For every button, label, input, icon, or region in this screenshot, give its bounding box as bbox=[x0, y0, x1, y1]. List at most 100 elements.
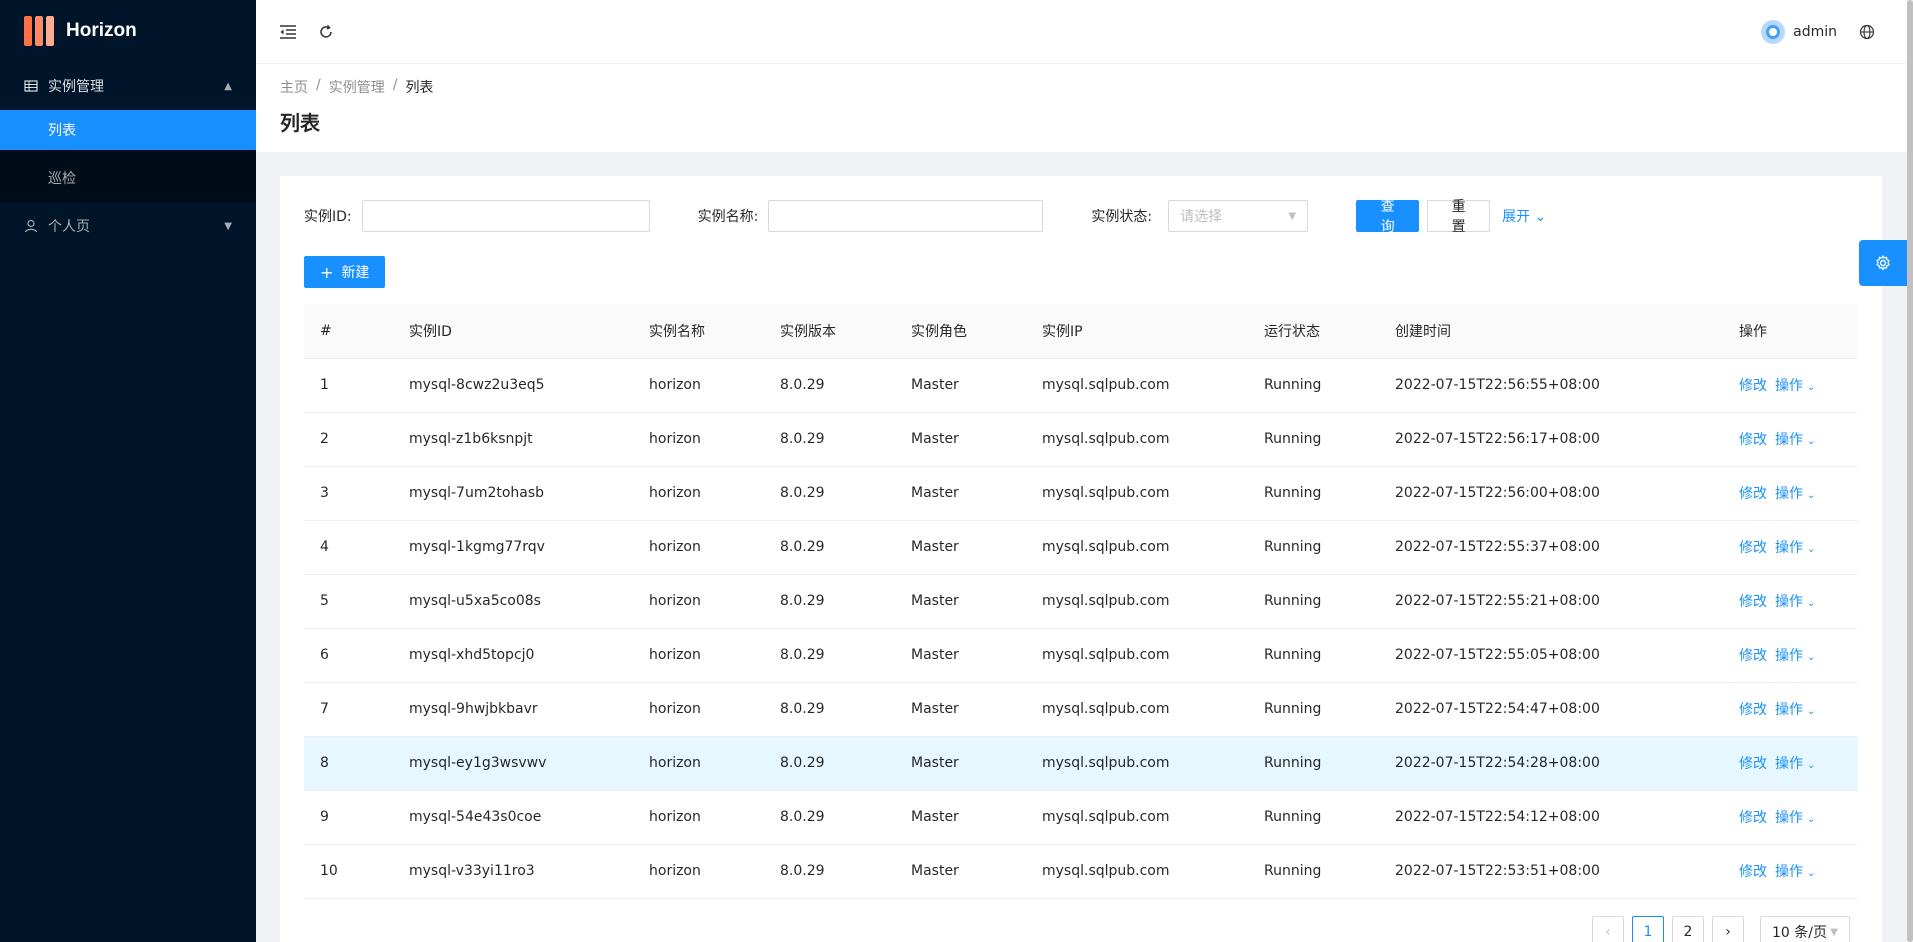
instance-version: 8.0.29 bbox=[764, 790, 895, 845]
instance-id: mysql-u5xa5co08s bbox=[393, 574, 633, 629]
settings-drawer-button[interactable] bbox=[1859, 240, 1907, 286]
instance-ip: mysql.sqlpub.com bbox=[1026, 358, 1248, 413]
page-1-button[interactable]: 1 bbox=[1632, 916, 1664, 942]
more-actions-label: 操作 bbox=[1775, 432, 1803, 448]
filter-form: 实例ID: 实例名称: 实例状态: 请选择 ▼ 查 询 重 置 展开 ⌄ bbox=[304, 199, 1858, 235]
chevron-down-icon: ⌄ bbox=[1807, 868, 1816, 879]
more-actions-dropdown[interactable]: 操作 ⌄ bbox=[1775, 594, 1815, 610]
prev-page-button[interactable]: ‹ bbox=[1592, 916, 1624, 942]
run-status: Running bbox=[1248, 628, 1379, 683]
run-status: Running bbox=[1248, 844, 1379, 899]
instance-name: horizon bbox=[633, 790, 764, 845]
created-time: 2022-07-15T22:55:05+08:00 bbox=[1379, 628, 1723, 683]
instance-name-input[interactable] bbox=[768, 200, 1044, 232]
breadcrumb-separator: / bbox=[392, 77, 398, 93]
query-button[interactable]: 查 询 bbox=[1356, 199, 1420, 235]
more-actions-label: 操作 bbox=[1775, 756, 1803, 772]
scrollbar-thumb[interactable] bbox=[1907, 0, 1913, 942]
edit-link[interactable]: 修改 bbox=[1739, 540, 1767, 556]
more-actions-dropdown[interactable]: 操作 ⌄ bbox=[1775, 864, 1815, 880]
instance-id: mysql-8cwz2u3eq5 bbox=[393, 358, 633, 413]
edit-link[interactable]: 修改 bbox=[1739, 756, 1767, 772]
instance-role: Master bbox=[895, 358, 1026, 413]
sidebar-group-personal[interactable]: 个人页 ▼ bbox=[0, 202, 256, 250]
column-header: 操作 bbox=[1723, 304, 1858, 359]
instance-role: Master bbox=[895, 628, 1026, 683]
instance-role: Master bbox=[895, 412, 1026, 467]
more-actions-dropdown[interactable]: 操作 ⌄ bbox=[1775, 810, 1815, 826]
instance-role: Master bbox=[895, 682, 1026, 737]
instance-id: mysql-9hwjbkbavr bbox=[393, 682, 633, 737]
reload-icon[interactable] bbox=[316, 22, 336, 42]
edit-link[interactable]: 修改 bbox=[1739, 648, 1767, 664]
instance-version: 8.0.29 bbox=[764, 466, 895, 521]
more-actions-dropdown[interactable]: 操作 ⌄ bbox=[1775, 432, 1815, 448]
edit-link[interactable]: 修改 bbox=[1739, 378, 1767, 394]
row-actions: 修改 操作 ⌄ bbox=[1723, 790, 1858, 845]
globe-icon[interactable] bbox=[1859, 24, 1875, 40]
next-page-button[interactable]: › bbox=[1712, 916, 1744, 942]
edit-link[interactable]: 修改 bbox=[1739, 486, 1767, 502]
edit-link[interactable]: 修改 bbox=[1739, 810, 1767, 826]
row-actions: 修改 操作 ⌄ bbox=[1723, 628, 1858, 683]
more-actions-dropdown[interactable]: 操作 ⌄ bbox=[1775, 648, 1815, 664]
chevron-down-icon: ⌄ bbox=[1807, 544, 1816, 555]
more-actions-label: 操作 bbox=[1775, 540, 1803, 556]
table-row: 3 mysql-7um2tohasb horizon 8.0.29 Master mysq… bbox=[304, 466, 1858, 521]
more-actions-dropdown[interactable]: 操作 ⌄ bbox=[1775, 702, 1815, 718]
instance-role: Master bbox=[895, 520, 1026, 575]
instance-version: 8.0.29 bbox=[764, 682, 895, 737]
created-time: 2022-07-15T22:54:47+08:00 bbox=[1379, 682, 1723, 737]
new-button[interactable]: + 新建 bbox=[304, 256, 386, 288]
reset-button[interactable]: 重 置 bbox=[1427, 199, 1491, 235]
header-right: admin bbox=[1761, 19, 1875, 44]
row-number: 10 bbox=[304, 844, 393, 899]
username[interactable]: admin bbox=[1793, 24, 1837, 40]
instance-id-input[interactable] bbox=[361, 200, 650, 232]
breadcrumb-home[interactable]: 主页 bbox=[280, 77, 308, 97]
instance-ip: mysql.sqlpub.com bbox=[1026, 466, 1248, 521]
edit-link[interactable]: 修改 bbox=[1739, 594, 1767, 610]
instance-name-label: 实例名称: bbox=[697, 209, 759, 225]
more-actions-dropdown[interactable]: 操作 ⌄ bbox=[1775, 756, 1815, 772]
chevron-down-icon: ⌄ bbox=[1807, 382, 1816, 393]
sidebar-item-inspection[interactable]: 巡检 bbox=[0, 158, 256, 198]
expand-link[interactable]: 展开 ⌄ bbox=[1502, 206, 1546, 226]
edit-link[interactable]: 修改 bbox=[1739, 864, 1767, 880]
breadcrumb-current: 列表 bbox=[405, 80, 434, 96]
edit-link[interactable]: 修改 bbox=[1739, 702, 1767, 718]
breadcrumb: 主页 / 实例管理 / 列表 bbox=[280, 77, 1889, 97]
more-actions-dropdown[interactable]: 操作 ⌄ bbox=[1775, 540, 1815, 556]
chevron-down-icon: ⌄ bbox=[1807, 652, 1816, 663]
breadcrumb-instance-management[interactable]: 实例管理 bbox=[329, 77, 385, 97]
more-actions-label: 操作 bbox=[1775, 594, 1803, 610]
page-2-button[interactable]: 2 bbox=[1672, 916, 1704, 942]
row-actions: 修改 操作 ⌄ bbox=[1723, 736, 1858, 791]
row-number: 3 bbox=[304, 466, 393, 521]
edit-link[interactable]: 修改 bbox=[1739, 432, 1767, 448]
more-actions-label: 操作 bbox=[1775, 864, 1803, 880]
setting-icon bbox=[1875, 255, 1891, 271]
instance-table: # 实例ID 实例名称 实例版本 实例角色 实例IP 运行状态 创建时间 操作 … bbox=[304, 304, 1858, 899]
row-number: 1 bbox=[304, 358, 393, 413]
more-actions-dropdown[interactable]: 操作 ⌄ bbox=[1775, 486, 1815, 502]
avatar[interactable] bbox=[1761, 19, 1786, 44]
chevron-down-icon: ⌄ bbox=[1807, 598, 1816, 609]
more-actions-label: 操作 bbox=[1775, 648, 1803, 664]
scrollbar[interactable] bbox=[1907, 0, 1913, 942]
more-actions-dropdown[interactable]: 操作 ⌄ bbox=[1775, 378, 1815, 394]
table-row: 2 mysql-z1b6ksnpjt horizon 8.0.29 Master mysq… bbox=[304, 412, 1858, 467]
created-time: 2022-07-15T22:56:55+08:00 bbox=[1379, 358, 1723, 413]
main-card: 实例ID: 实例名称: 实例状态: 请选择 ▼ 查 询 重 置 展开 ⌄ + 新… bbox=[280, 176, 1882, 942]
new-button-label: 新建 bbox=[341, 265, 370, 281]
menu-fold-icon[interactable] bbox=[278, 22, 298, 42]
page-size-select[interactable]: 10 条/页 ▼ bbox=[1760, 916, 1850, 942]
chevron-down-icon: ▼ bbox=[224, 220, 232, 232]
instance-id: mysql-ey1g3wsvwv bbox=[393, 736, 633, 791]
sidebar-group-instance-management[interactable]: 实例管理 ▲ bbox=[0, 62, 256, 110]
sidebar-item-list[interactable]: 列表 bbox=[0, 110, 256, 150]
logo[interactable]: Horizon bbox=[0, 0, 256, 62]
sidebar-item-label: 列表 bbox=[48, 123, 76, 139]
instance-name: horizon bbox=[633, 358, 764, 413]
status-select[interactable]: 请选择 ▼ bbox=[1168, 200, 1309, 232]
